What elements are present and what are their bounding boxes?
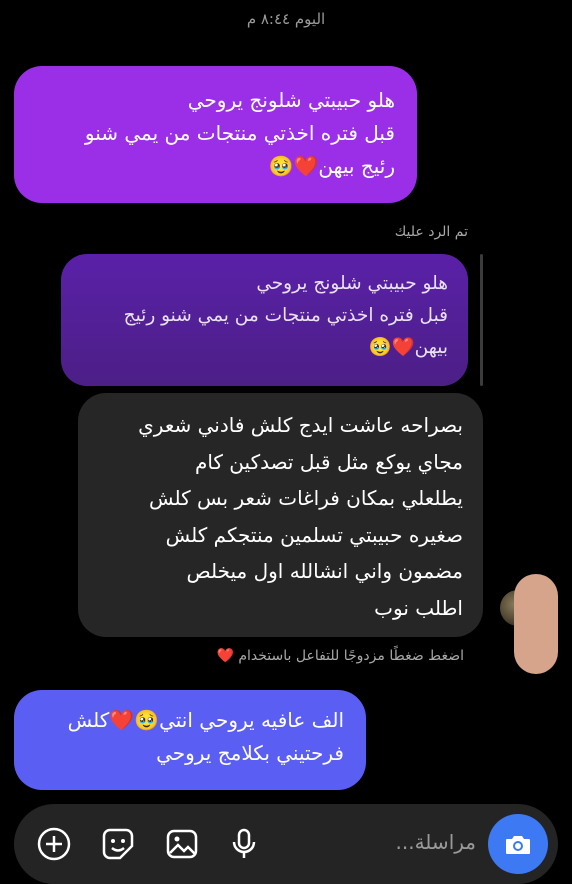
double-tap-hint: اضغط ضغطًا مزدوجًا للتفاعل باستخدام ❤️ (216, 648, 464, 664)
image-icon (166, 829, 198, 859)
reply-quote-bar (480, 254, 483, 386)
plus-button[interactable] (36, 826, 72, 862)
camera-icon (506, 836, 530, 854)
message-bubble-sent-reply[interactable]: الف عافيه يروحي انتي🥹❤️كلش فرحتيني بكلام… (14, 690, 366, 790)
camera-button[interactable] (488, 814, 548, 874)
microphone-button[interactable] (226, 826, 262, 862)
chat-timestamp: اليوم ٨:٤٤ م (246, 10, 326, 28)
double-tap-hint-text: اضغط ضغطًا مزدوجًا للتفاعل باستخدام (238, 648, 464, 664)
gallery-button[interactable] (164, 826, 200, 862)
message-composer (14, 804, 558, 884)
sticker-icon (102, 828, 134, 860)
reply-label: تم الرد عليك (394, 224, 468, 240)
quoted-message-bubble[interactable]: هلو حبيبتي شلونج يروحي قبل فتره اخذتي من… (61, 254, 468, 386)
message-bubble-sent[interactable]: هلو حبيبتي شلونج يروحي قبل فتره اخذتي من… (14, 66, 417, 203)
heart-emoji: ❤️ (216, 648, 234, 664)
message-input[interactable]: مراسلة... (396, 830, 476, 854)
sticker-button[interactable] (100, 826, 136, 862)
plus-icon (37, 827, 71, 861)
message-bubble-received[interactable]: بصراحه عاشت ايدج كلش فادني شعري مجاي يوك… (78, 393, 483, 637)
microphone-icon (232, 828, 256, 858)
redaction-blur (514, 574, 558, 674)
